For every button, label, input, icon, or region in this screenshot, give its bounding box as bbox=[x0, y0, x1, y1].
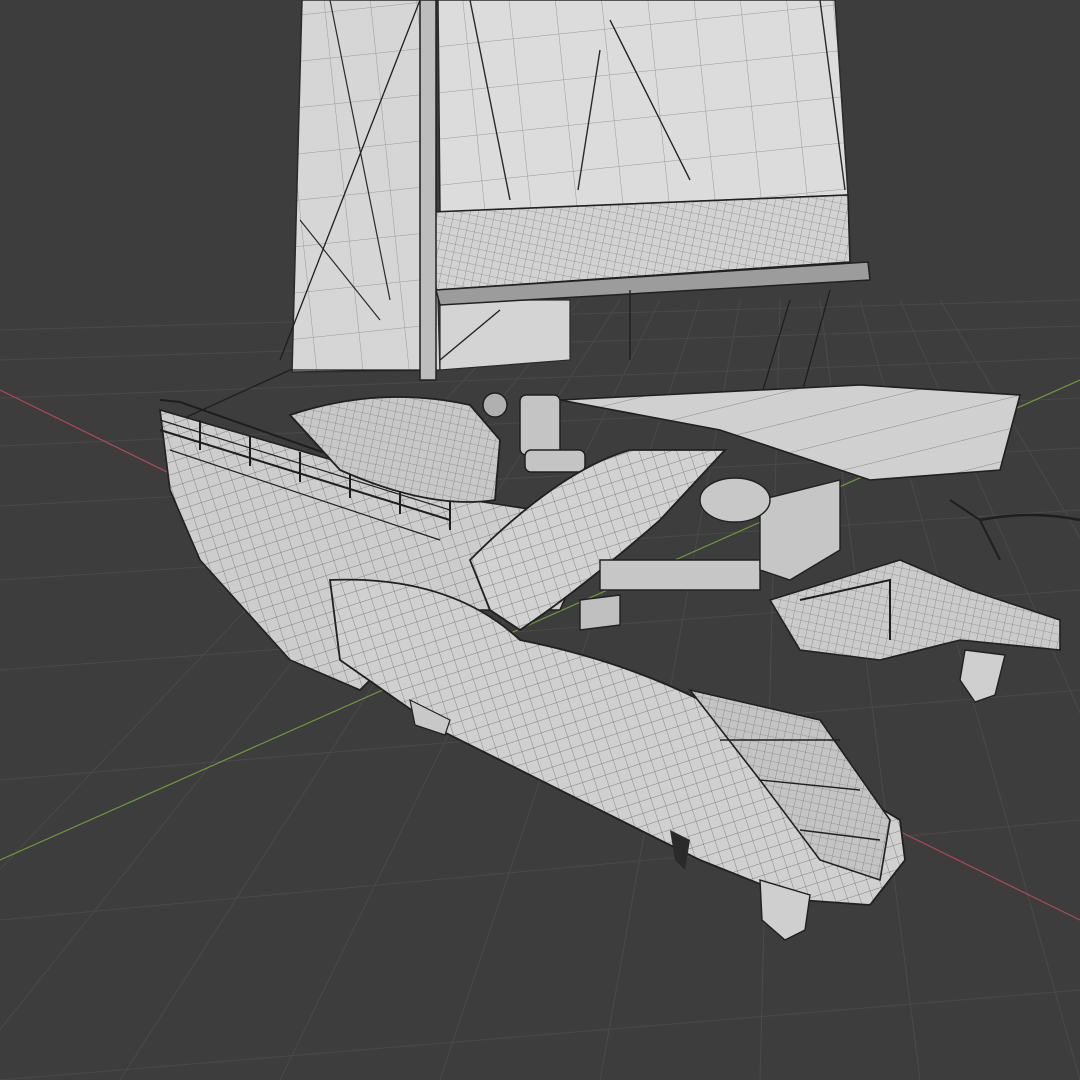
furled-boom-sail[interactable] bbox=[431, 194, 871, 306]
mainsail[interactable] bbox=[291, 0, 441, 373]
mast[interactable] bbox=[419, 0, 437, 381]
port-rudder bbox=[959, 649, 1006, 703]
lower-sail[interactable] bbox=[439, 299, 571, 371]
genoa-sail[interactable] bbox=[437, 0, 849, 213]
3d-viewport[interactable] bbox=[0, 0, 1080, 1080]
